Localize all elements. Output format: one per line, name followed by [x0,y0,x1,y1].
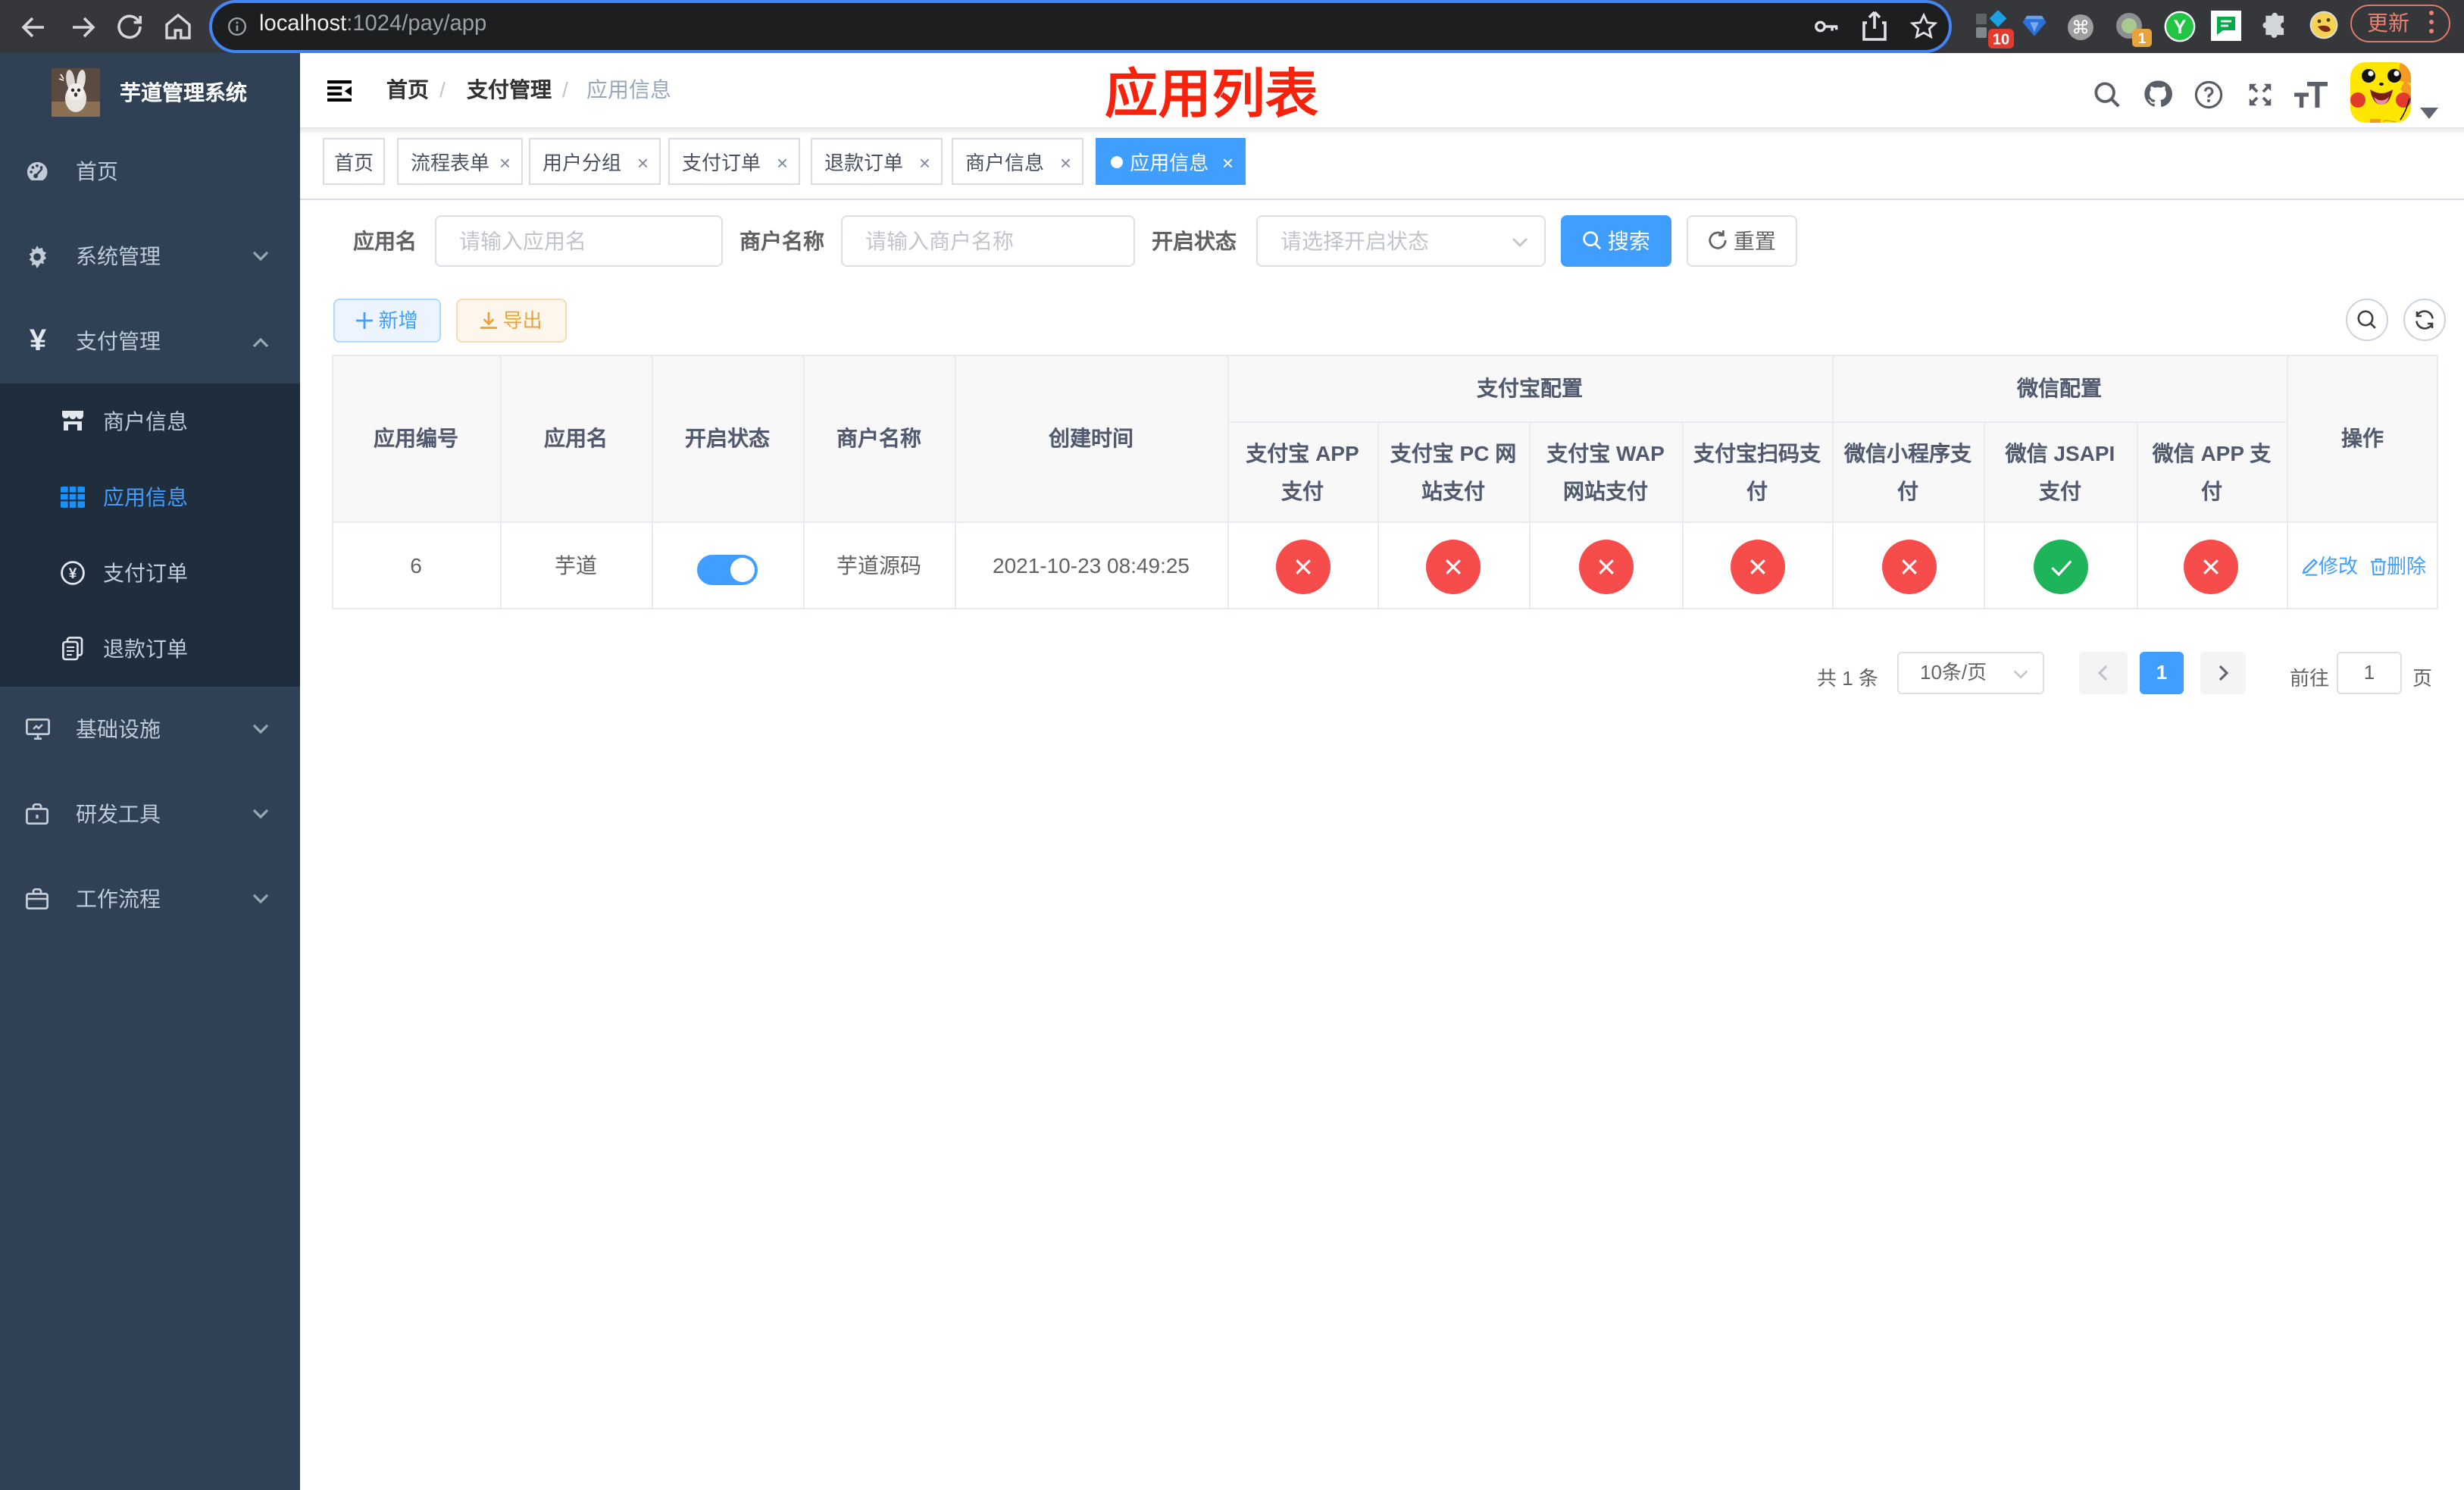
svg-text:1: 1 [2138,31,2147,47]
svg-text:⌘: ⌘ [2072,17,2090,38]
svg-text:¥: ¥ [69,566,77,582]
svg-text:Y: Y [2174,17,2187,38]
svg-text:10: 10 [1993,32,2009,49]
